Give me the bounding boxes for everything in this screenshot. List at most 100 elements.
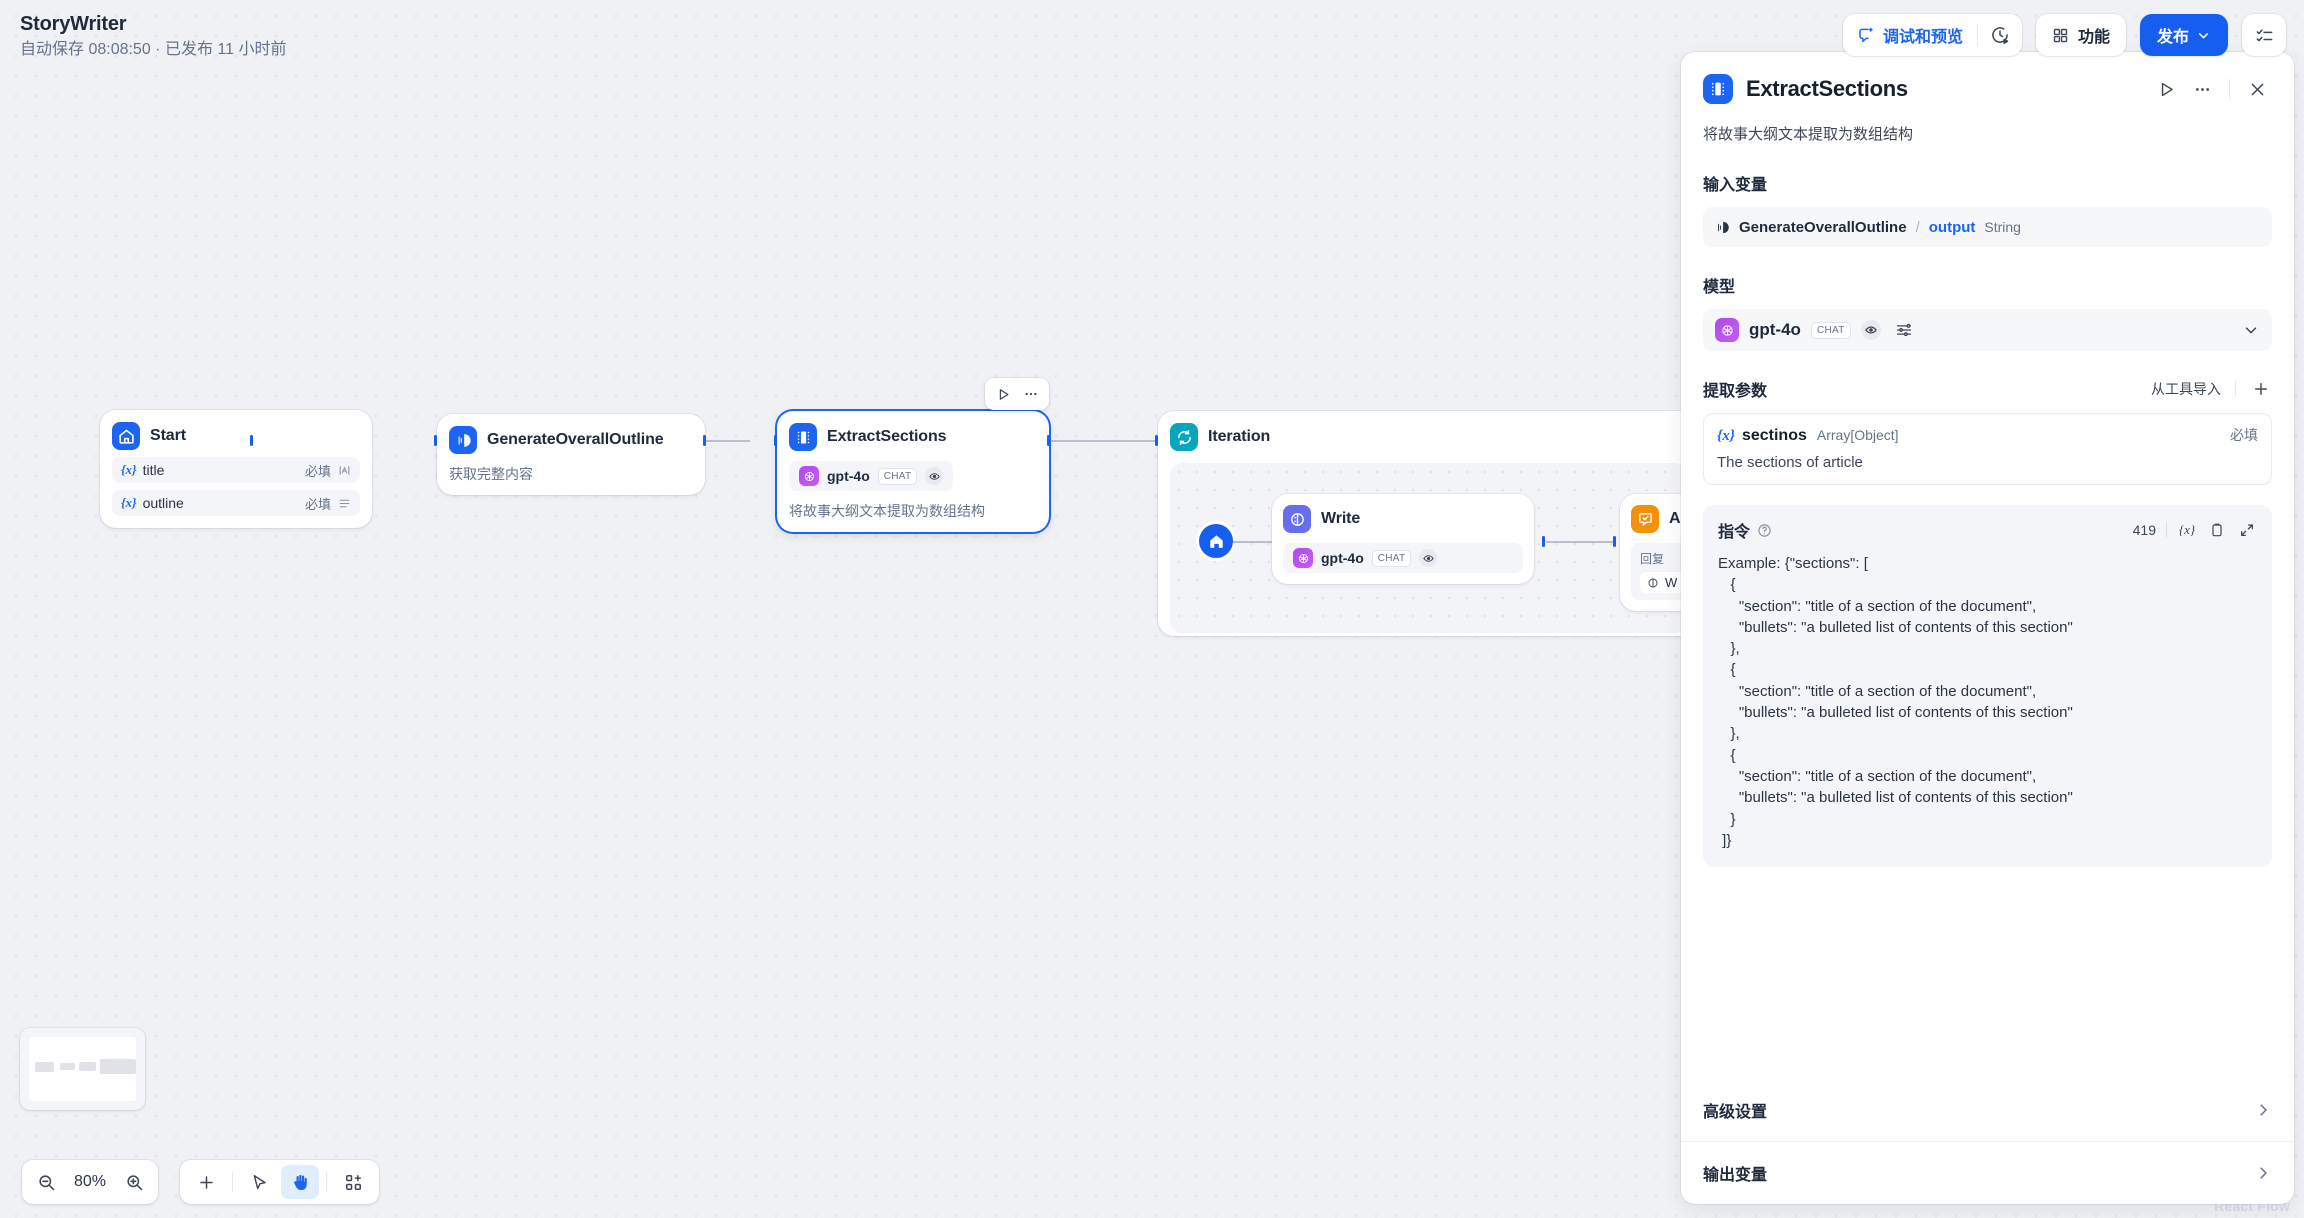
features-button[interactable]: 功能 [2036, 14, 2126, 56]
iteration-start-dot[interactable] [1199, 524, 1233, 558]
canvas-tools[interactable] [180, 1160, 379, 1204]
instruction-box[interactable]: 指令 419 {x} [1703, 505, 2272, 867]
minimap-viewport [29, 1037, 136, 1101]
node-hover-toolbar[interactable] [985, 378, 1049, 410]
node-title: A [1669, 510, 1680, 528]
panel-action-divider [2229, 79, 2230, 99]
node-description: 获取完整内容 [449, 465, 693, 483]
autosave-status: 自动保存 08:08:50 · 已发布 11 小时前 [20, 40, 286, 60]
input-variable-row[interactable]: GenerateOverallOutline / output String [1703, 207, 2272, 247]
model-name: gpt-4o [827, 468, 870, 484]
zoom-out-icon[interactable] [28, 1164, 64, 1200]
variable-braces-icon: {x} [121, 462, 137, 478]
advanced-settings-label: 高级设置 [1703, 1098, 1767, 1122]
chevron-right-icon [2254, 1164, 2272, 1182]
publish-button[interactable]: 发布 [2140, 14, 2228, 56]
node-generate-overall-outline[interactable]: GenerateOverallOutline 获取完整内容 [437, 414, 705, 495]
advanced-settings-row[interactable]: 高级设置 [1681, 1079, 2294, 1141]
checklist-button[interactable] [2242, 14, 2286, 56]
variable-left: {x} title [121, 462, 164, 478]
debug-group: 调试和预览 [1843, 14, 2022, 56]
node-variable-outline[interactable]: {x} outline 必填 [112, 490, 360, 516]
cursor-pointer-icon[interactable] [240, 1165, 278, 1199]
node-iteration[interactable]: Iteration [1158, 411, 1698, 636]
panel-header-actions [2151, 74, 2272, 104]
model-type-tag: CHAT [1372, 550, 1412, 567]
zoom-controls[interactable]: 80% [22, 1160, 158, 1204]
llm-icon [1715, 220, 1730, 235]
panel-header-row: ExtractSections [1703, 74, 2272, 104]
add-param-button[interactable] [2250, 378, 2272, 400]
close-icon[interactable] [2242, 74, 2272, 104]
tool-divider [232, 1172, 233, 1192]
clipboard-icon[interactable] [2207, 520, 2227, 540]
model-section-head: 模型 [1703, 273, 2272, 297]
output-variables-row[interactable]: 输出变量 [1681, 1142, 2294, 1204]
hand-pan-icon[interactable] [281, 1165, 319, 1199]
more-icon[interactable] [2187, 74, 2217, 104]
model-type-tag: CHAT [1811, 322, 1851, 339]
minimap-node [60, 1063, 75, 1070]
extract-param-item[interactable]: {x} sectinos Array[Object] 必填 The sectio… [1703, 413, 2272, 485]
minimap-node [35, 1062, 54, 1072]
minimap[interactable] [20, 1028, 145, 1110]
node-start[interactable]: Start {x} title 必填 {x} [100, 410, 372, 528]
port-write-out [1542, 536, 1545, 547]
checklist-icon [2255, 26, 2274, 45]
debug-preview-button[interactable]: 调试和预览 [1843, 14, 1977, 56]
help-circle-icon[interactable] [1757, 523, 1772, 538]
canvas-bottom-toolbar[interactable]: 80% [22, 1160, 379, 1204]
page-title: StoryWriter [20, 12, 286, 36]
node-extract-header: ExtractSections [789, 423, 1037, 451]
paragraph-icon [338, 497, 351, 510]
port-extract-in [774, 435, 777, 446]
plus-icon[interactable] [187, 1165, 225, 1199]
node-variable-title[interactable]: {x} title 必填 [112, 457, 360, 483]
sliders-icon[interactable] [1895, 321, 1913, 339]
publish-label: 发布 [2157, 23, 2189, 47]
node-extract-sections[interactable]: ExtractSections gpt-4o CHAT 将故事大纲文本提取为数组… [777, 411, 1049, 532]
node-write[interactable]: Write gpt-4o CHAT [1272, 494, 1534, 584]
param-required-label: 必填 [2230, 425, 2258, 445]
input-variable-output-name: output [1929, 219, 1976, 236]
node-description: 将故事大纲文本提取为数组结构 [789, 502, 1037, 520]
section-title: 模型 [1703, 273, 1735, 297]
debug-preview-label: 调试和预览 [1883, 23, 1963, 47]
node-model-chip[interactable]: gpt-4o CHAT [789, 461, 953, 491]
required-label: 必填 [305, 461, 331, 480]
node-model-chip[interactable]: gpt-4o CHAT [1283, 543, 1523, 573]
variable-braces-icon[interactable]: {x} [2177, 520, 2197, 540]
vision-eye-icon [925, 467, 943, 485]
variable-name: title [143, 462, 165, 478]
model-selector[interactable]: gpt-4o CHAT [1703, 309, 2272, 351]
llm-node-icon [1283, 505, 1311, 533]
node-start-header: Start [112, 422, 360, 450]
expand-icon[interactable] [2237, 520, 2257, 540]
variable-braces-icon: {x} [121, 495, 137, 511]
node-title: GenerateOverallOutline [487, 431, 664, 449]
iteration-inner-canvas[interactable]: Write gpt-4o CHAT [1170, 463, 1686, 633]
section-title: 输入变量 [1703, 171, 1767, 195]
run-icon[interactable] [2151, 74, 2181, 104]
more-icon[interactable] [1019, 382, 1043, 406]
zoom-in-icon[interactable] [116, 1164, 152, 1200]
loop-icon [1170, 423, 1198, 451]
history-clock-icon[interactable] [1978, 14, 2022, 56]
section-divider [2235, 381, 2236, 397]
import-from-tool-link[interactable]: 从工具导入 [2151, 379, 2221, 399]
add-block-icon[interactable] [334, 1165, 372, 1199]
run-icon[interactable] [991, 382, 1015, 406]
instruction-code[interactable]: Example: {"sections": [ { "section": "ti… [1718, 553, 2257, 851]
llm-icon [449, 426, 477, 454]
short-text-icon [338, 464, 351, 477]
instruction-header: 指令 419 {x} [1718, 518, 2257, 542]
variable-braces-icon: {x} [1717, 428, 1735, 445]
instruction-divider [2166, 522, 2167, 538]
panel-description: 将故事大纲文本提取为数组结构 [1703, 125, 2272, 145]
chevron-down-icon[interactable] [2242, 321, 2260, 339]
chat-debug-icon [1857, 26, 1875, 44]
input-variable-type: String [1984, 219, 2021, 235]
instruction-char-count: 419 [2133, 522, 2156, 538]
input-variable-separator: / [1916, 219, 1920, 236]
node-title: Write [1321, 510, 1360, 528]
